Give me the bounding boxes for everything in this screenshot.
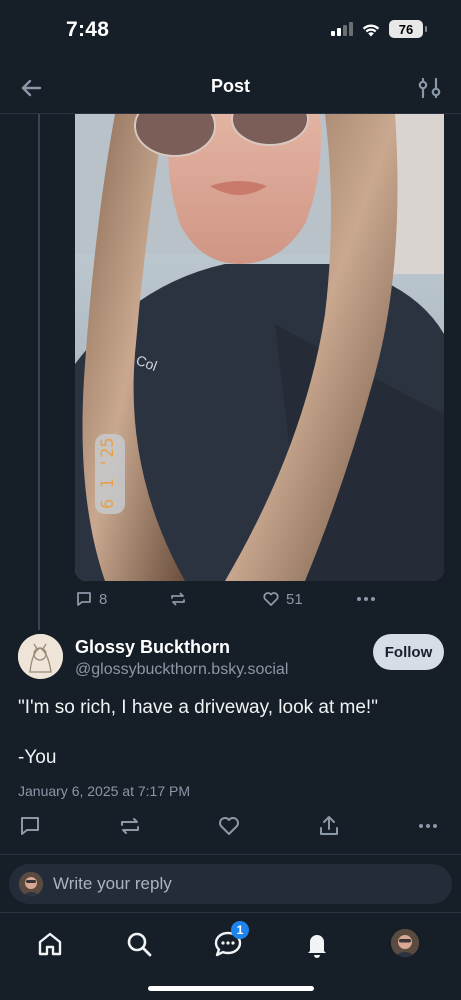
tab-bar: 1 [0, 912, 461, 1000]
status-bar: 7:48 76 [0, 0, 461, 60]
author-handle[interactable]: @glossybuckthorn.bsky.social [75, 661, 288, 679]
home-indicator [148, 986, 314, 991]
parent-post-actions: 8 51 [75, 590, 405, 614]
reply-input[interactable]: Write your reply [53, 874, 172, 894]
tab-chat[interactable]: 1 [213, 921, 249, 959]
wifi-icon [362, 24, 380, 36]
user-avatar-image [391, 929, 419, 957]
heart-icon[interactable] [217, 814, 241, 838]
parent-more-button[interactable] [356, 590, 376, 608]
selfie-photo: Col 6 1 '25 [75, 114, 444, 581]
post-author: Glossy Buckthorn @glossybuckthorn.bsky.s… [18, 632, 444, 682]
repost-icon [171, 592, 185, 606]
parent-like-count: 51 [286, 590, 303, 608]
parent-like-button[interactable]: 51 [262, 590, 303, 608]
follow-button[interactable]: Follow [373, 634, 444, 670]
share-icon[interactable] [317, 814, 341, 838]
status-time: 7:48 [66, 18, 110, 41]
home-icon[interactable] [35, 929, 65, 959]
post-text-line: -You [18, 747, 57, 768]
post-text-line: "I'm so rich, I have a driveway, look at… [18, 697, 378, 718]
parent-reply-button[interactable]: 8 [75, 590, 107, 608]
profile-tab-avatar[interactable] [391, 929, 419, 957]
status-icons: 76 [331, 20, 427, 38]
author-avatar-image [18, 634, 63, 679]
divider [0, 854, 461, 855]
sliders-icon[interactable] [417, 74, 443, 102]
page-title: Post [210, 76, 250, 96]
repost-icon[interactable] [118, 814, 142, 838]
cellular-signal-icon [331, 22, 353, 36]
parent-repost-button[interactable] [169, 590, 187, 608]
search-icon[interactable] [124, 929, 154, 959]
post-header: Post [0, 60, 461, 114]
post-timestamp: January 6, 2025 at 7:17 PM [18, 783, 190, 799]
parent-reply-count: 8 [99, 590, 108, 608]
post-actions [18, 814, 444, 842]
user-avatar-image [19, 872, 43, 896]
author-name[interactable]: Glossy Buckthorn [75, 637, 230, 658]
battery-level: 76 [398, 21, 414, 37]
notification-badge: 1 [231, 921, 249, 939]
heart-icon [263, 592, 279, 606]
bell-icon[interactable] [302, 929, 332, 959]
post-body: "I'm so rich, I have a driveway, look at… [18, 694, 444, 794]
reply-icon [77, 592, 91, 606]
reply-composer[interactable]: Write your reply [9, 864, 452, 904]
avatar [19, 872, 43, 896]
reply-icon[interactable] [18, 814, 42, 838]
thread-line [38, 114, 40, 630]
more-horizontal-icon[interactable] [416, 814, 440, 838]
more-horizontal-icon [357, 597, 375, 601]
battery-indicator: 76 [389, 20, 427, 38]
photo-date-stamp: 6 1 '25 [98, 437, 118, 509]
post-image[interactable]: Col 6 1 '25 [75, 114, 444, 581]
avatar[interactable] [18, 634, 63, 679]
